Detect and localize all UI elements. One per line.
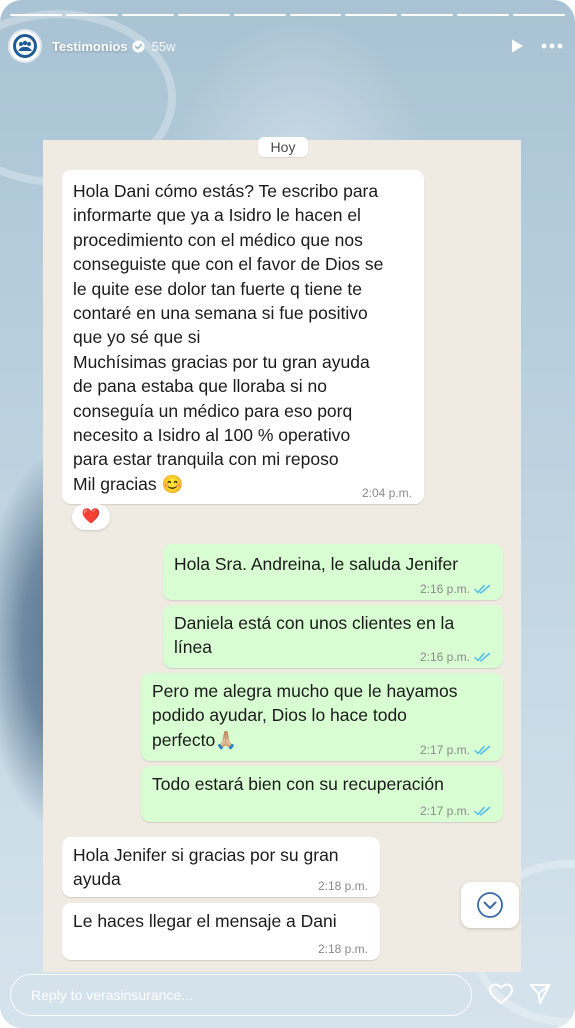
outgoing-message[interactable]: Todo estará bien con su recuperación 2:17…	[141, 766, 503, 822]
message-meta: 2:17 p.m.	[420, 804, 491, 818]
message-time: 2:16 p.m.	[419, 582, 470, 596]
progress-segment	[121, 14, 174, 16]
progress-segment	[177, 14, 230, 16]
progress-segment	[233, 14, 286, 16]
progress-segment	[10, 14, 62, 16]
message-meta: 2:18 p.m.	[318, 879, 368, 893]
outgoing-message[interactable]: Pero me alegra mucho que le hayamos podi…	[141, 673, 503, 761]
message-time: 2:16 p.m.	[419, 650, 470, 664]
story-age: 55w	[151, 38, 176, 54]
avatar[interactable]	[8, 29, 42, 63]
incoming-message[interactable]: Le haces llegar el mensaje a Dani 2:18 p.…	[62, 903, 380, 960]
message-time: 2:17 p.m.	[419, 743, 470, 757]
message-meta: 2:16 p.m.	[420, 582, 491, 596]
progress-segment	[345, 14, 398, 16]
message-time: 2:04 p.m.	[361, 486, 412, 500]
message-time: 2:18 p.m.	[317, 879, 368, 893]
outgoing-message[interactable]: Daniela está con unos clientes en la lín…	[163, 605, 503, 668]
day-label: Hoy	[258, 137, 308, 157]
account-name[interactable]: Testimonios	[52, 39, 128, 54]
verified-badge-icon	[132, 39, 145, 53]
read-receipt-icon	[474, 745, 491, 755]
message-meta: 2:04 p.m.	[362, 486, 412, 500]
progress-segment	[513, 14, 566, 16]
scroll-down-button[interactable]	[461, 882, 519, 928]
story-footer	[0, 968, 575, 1028]
progress-segment	[457, 14, 510, 16]
message-meta: 2:17 p.m.	[420, 743, 491, 757]
team-logo-icon	[13, 34, 37, 58]
read-receipt-icon	[474, 806, 491, 816]
message-time: 2:18 p.m.	[317, 942, 368, 956]
message-meta: 2:16 p.m.	[420, 650, 491, 664]
reply-input[interactable]	[10, 974, 472, 1016]
chevron-down-icon	[477, 892, 503, 918]
play-icon[interactable]	[509, 38, 525, 54]
read-receipt-icon	[474, 584, 491, 594]
message-text: Le haces llegar el mensaje a Dani	[73, 911, 337, 931]
progress-segment	[65, 14, 118, 16]
incoming-message[interactable]: Hola Dani cómo estás? Te escribo para in…	[62, 170, 424, 504]
heart-reaction: ❤️	[72, 504, 110, 530]
message-text: Hola Sra. Andreina, le saluda Jenifer	[174, 554, 459, 574]
heart-icon[interactable]	[488, 982, 514, 1006]
message-text: Todo estará bien con su recuperación	[152, 774, 444, 794]
message-meta: 2:18 p.m.	[318, 942, 368, 956]
progress-segment	[401, 14, 454, 16]
progress-segment	[289, 14, 342, 16]
message-text: Hola Dani cómo estás? Te escribo para in…	[73, 181, 384, 494]
outgoing-message[interactable]: Hola Sra. Andreina, le saluda Jenifer 2:1…	[163, 544, 503, 600]
message-time: 2:17 p.m.	[419, 804, 470, 818]
story-viewer: Testimonios 55w Hoy Hola Dani cómo estás…	[0, 0, 575, 1028]
story-header: Testimonios 55w	[8, 28, 563, 64]
message-text: Pero me alegra mucho que le hayamos podi…	[152, 681, 458, 750]
more-options-icon[interactable]	[541, 38, 563, 54]
send-icon[interactable]	[528, 982, 552, 1006]
read-receipt-icon	[474, 652, 491, 662]
story-progress-bar	[10, 14, 566, 16]
incoming-message[interactable]: Hola Jenifer si gracias por su gran ayud…	[62, 837, 380, 897]
